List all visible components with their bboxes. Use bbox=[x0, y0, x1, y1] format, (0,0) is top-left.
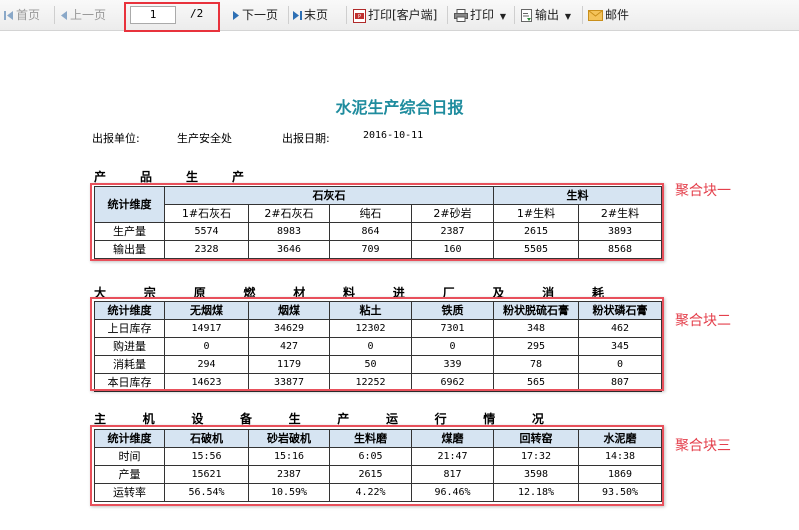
toolbar-divider bbox=[582, 6, 583, 24]
svg-text:P: P bbox=[358, 14, 361, 20]
report-toolbar: 首页 上一页 /2 下一页 末页 P打印[客户端] 打印 ▼ 输出 ▼ 邮件 bbox=[0, 0, 799, 32]
toolbar-divider bbox=[447, 6, 448, 24]
report-unit-value: 生产安全处 bbox=[177, 132, 232, 145]
aggregate-block-two-tag: 聚合块二 bbox=[675, 313, 731, 329]
next-page-label: 下一页 bbox=[242, 8, 279, 22]
next-page-icon bbox=[233, 11, 239, 20]
next-page-button[interactable]: 下一页 bbox=[232, 0, 278, 30]
pdf-print-icon: P bbox=[353, 8, 366, 23]
print-client-button[interactable]: P 打印[客户端] bbox=[353, 0, 437, 30]
report-date-label: 出报日期: bbox=[282, 132, 330, 145]
page-navigator-highlight bbox=[124, 2, 220, 32]
export-icon bbox=[521, 9, 532, 22]
toolbar-divider bbox=[54, 6, 55, 24]
first-page-button[interactable]: 首页 bbox=[4, 0, 40, 30]
mail-icon bbox=[588, 10, 603, 21]
first-page-label: 首页 bbox=[16, 8, 41, 22]
aggregate-block-three-tag: 聚合块三 bbox=[675, 438, 731, 454]
mail-button[interactable]: 邮件 bbox=[588, 0, 629, 30]
report-unit-label: 出报单位: bbox=[92, 132, 140, 145]
report-title: 水泥生产综合日报 bbox=[335, 98, 464, 117]
print-button[interactable]: 打印 ▼ bbox=[454, 0, 506, 30]
toolbar-divider bbox=[346, 6, 347, 24]
aggregate-block-one-tag: 聚合块一 bbox=[675, 183, 731, 199]
print-client-label: 打印[客户端] bbox=[368, 8, 438, 22]
last-page-button[interactable]: 末页 bbox=[292, 0, 328, 30]
printer-icon bbox=[454, 9, 468, 22]
last-page-icon bbox=[293, 11, 302, 20]
print-label: 打印 bbox=[470, 8, 495, 22]
print-dropdown-icon[interactable]: ▼ bbox=[500, 12, 506, 21]
export-button[interactable]: 输出 ▼ bbox=[520, 0, 571, 30]
prev-page-icon bbox=[61, 11, 67, 20]
toolbar-divider bbox=[514, 6, 515, 24]
export-label: 输出 bbox=[535, 8, 560, 22]
export-dropdown-icon[interactable]: ▼ bbox=[565, 12, 571, 21]
aggregate-block-three-highlight bbox=[90, 425, 664, 506]
prev-page-button[interactable]: 上一页 bbox=[60, 0, 106, 30]
aggregate-block-two-highlight bbox=[90, 297, 664, 391]
first-page-icon bbox=[4, 11, 13, 20]
toolbar-divider bbox=[288, 6, 289, 24]
mail-label: 邮件 bbox=[605, 8, 630, 22]
aggregate-block-one-highlight bbox=[90, 183, 664, 261]
last-page-label: 末页 bbox=[304, 8, 329, 22]
prev-page-label: 上一页 bbox=[70, 8, 107, 22]
report-date-value: 2016-10-11 bbox=[363, 130, 424, 141]
